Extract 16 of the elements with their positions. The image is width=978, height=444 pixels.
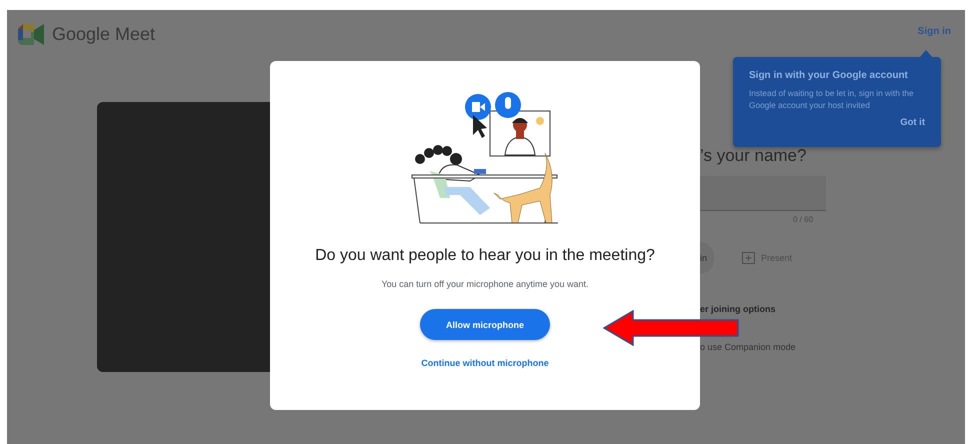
app-title: Google Meet <box>52 24 156 44</box>
sign-in-link[interactable]: Sign in <box>918 26 951 36</box>
allow-microphone-button[interactable]: Allow microphone <box>420 309 550 340</box>
joining-options-heading: er joining options <box>700 304 776 314</box>
dialog-text: You can turn off your microphone anytime you want. <box>381 279 589 289</box>
continue-without-microphone-link[interactable]: Continue without microphone <box>421 358 549 368</box>
join-button[interactable]: in <box>700 242 714 274</box>
tooltip-title: Sign in with your Google account <box>749 70 909 81</box>
present-icon <box>742 252 755 264</box>
companion-mode-link[interactable]: o use Companion mode <box>700 342 833 352</box>
dialog-heading: Do you want people to hear you in the meeting? <box>315 247 655 265</box>
video-camera-logo-icon <box>18 24 44 44</box>
got-it-button[interactable]: Got it <box>900 117 925 128</box>
name-heading: ’s your name? <box>700 146 808 166</box>
tooltip-text: Instead of waiting to be let in, sign in with the Google account your host invited <box>749 87 915 112</box>
name-field[interactable] <box>700 176 826 211</box>
